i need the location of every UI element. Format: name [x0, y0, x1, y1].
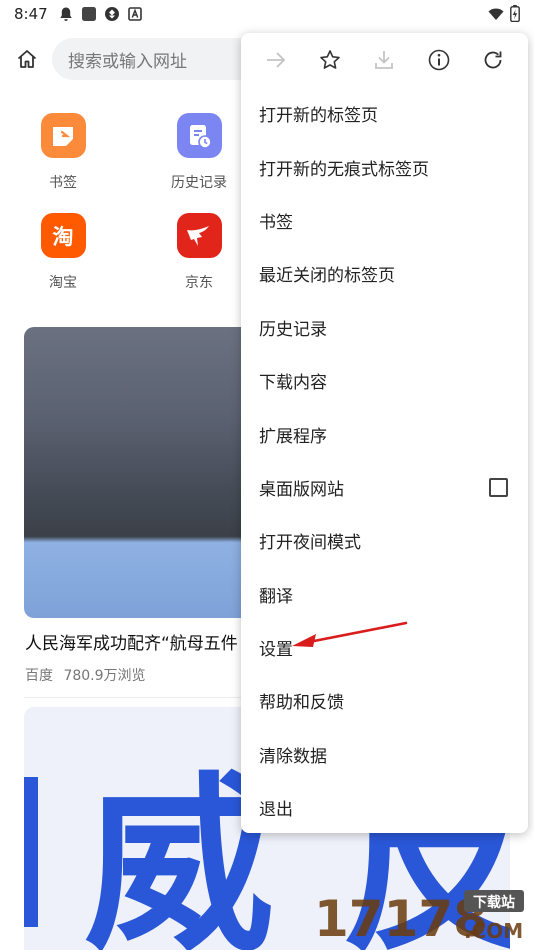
home-icon — [17, 50, 37, 68]
refresh-button[interactable] — [473, 40, 513, 80]
sync-icon — [104, 7, 119, 21]
jd-dog-icon — [176, 213, 222, 258]
shortcut-label: 书签 — [49, 175, 77, 191]
news-views: 780.9万浏览 — [63, 668, 146, 684]
bookmark-star-button[interactable] — [310, 40, 350, 80]
menu-item-extensions[interactable]: 扩展程序 — [241, 407, 528, 460]
news-image[interactable] — [24, 327, 264, 618]
taobao-icon: 淘 — [40, 213, 86, 258]
address-bar-placeholder: 搜索或输入网址 — [68, 51, 187, 72]
shortcut-label: 历史记录 — [171, 175, 227, 191]
desktop-site-checkbox[interactable] — [489, 477, 508, 497]
news-title[interactable]: 人民海军成功配齐“航母五件 — [25, 629, 238, 654]
home-button[interactable] — [12, 44, 42, 74]
menu-item-new-tab[interactable]: 打开新的标签页 — [241, 87, 528, 140]
menu-item-new-incognito-tab[interactable]: 打开新的无痕式标签页 — [241, 140, 528, 193]
menu-item-label: 书签 — [259, 212, 293, 233]
menu-item-label: 翻译 — [259, 586, 293, 607]
menu-item-label: 桌面版网站 — [259, 479, 344, 500]
menu-item-label: 退出 — [259, 800, 293, 821]
menu-item-translate[interactable]: 翻译 — [241, 568, 528, 621]
watermark-domain: .COM — [464, 919, 523, 943]
menu-item-label: 历史记录 — [259, 319, 327, 340]
menu-item-recent-tabs[interactable]: 最近关闭的标签页 — [241, 247, 528, 300]
menu-toolbar — [241, 33, 528, 87]
download-button[interactable] — [364, 40, 404, 80]
menu-item-label: 帮助和反馈 — [259, 693, 344, 714]
menu-item-night-mode[interactable]: 打开夜间模式 — [241, 514, 528, 567]
shortcut-bookmarks[interactable]: 书签 — [23, 113, 103, 192]
bookmark-tag-icon — [40, 113, 86, 158]
history-clock-icon — [176, 113, 222, 158]
menu-item-clear-data[interactable]: 清除数据 — [241, 728, 528, 781]
battery-icon — [510, 5, 520, 22]
menu-item-exit[interactable]: 退出 — [241, 781, 528, 834]
menu-item-label: 最近关闭的标签页 — [259, 266, 395, 287]
overflow-menu: 打开新的标签页 打开新的无痕式标签页 书签 最近关闭的标签页 历史记录 下载内容… — [241, 33, 528, 833]
watermark-number: 17178 — [314, 890, 488, 946]
page-info-button[interactable] — [419, 40, 459, 80]
menu-item-label: 清除数据 — [259, 746, 327, 767]
app-square-icon — [81, 7, 96, 21]
menu-item-label: 打开夜间模式 — [259, 533, 361, 554]
menu-item-bookmarks[interactable]: 书签 — [241, 194, 528, 247]
menu-item-downloads[interactable]: 下载内容 — [241, 354, 528, 407]
font-icon — [127, 7, 142, 21]
forward-button[interactable] — [256, 40, 296, 80]
watermark-tag: 下载站 — [473, 894, 515, 911]
menu-item-label: 打开新的无痕式标签页 — [259, 159, 429, 180]
menu-item-history[interactable]: 历史记录 — [241, 301, 528, 354]
menu-item-desktop-site[interactable]: 桌面版网站 — [241, 461, 528, 514]
status-bar: 8:47 — [0, 0, 534, 28]
wifi-icon — [488, 8, 504, 20]
notification-bell-icon — [59, 7, 72, 21]
status-time: 8:47 — [14, 5, 48, 23]
menu-item-label: 下载内容 — [259, 373, 327, 394]
refresh-icon — [484, 51, 502, 69]
shortcut-label: 淘宝 — [49, 275, 77, 291]
shortcut-history[interactable]: 历史记录 — [159, 113, 239, 192]
menu-item-help-feedback[interactable]: 帮助和反馈 — [241, 674, 528, 727]
menu-item-label: 打开新的标签页 — [259, 106, 378, 127]
forward-icon — [267, 52, 286, 68]
info-icon — [428, 49, 449, 71]
shortcut-label: 京东 — [185, 275, 213, 291]
download-icon — [375, 51, 394, 69]
shortcut-jd[interactable]: 京东 — [159, 213, 239, 292]
news-source: 百度 — [25, 668, 53, 684]
news-meta: 百度 780.9万浏览 — [25, 665, 146, 685]
site-watermark: 17178 下载站 .COM — [304, 884, 528, 948]
star-icon — [320, 50, 341, 69]
annotation-arrow-icon — [292, 621, 408, 647]
menu-list: 打开新的标签页 打开新的无痕式标签页 书签 最近关闭的标签页 历史记录 下载内容… — [241, 87, 528, 834]
menu-item-label: 扩展程序 — [259, 426, 327, 447]
shortcut-taobao[interactable]: 淘 淘宝 — [23, 213, 103, 292]
address-bar[interactable]: 搜索或输入网址 — [52, 38, 272, 80]
